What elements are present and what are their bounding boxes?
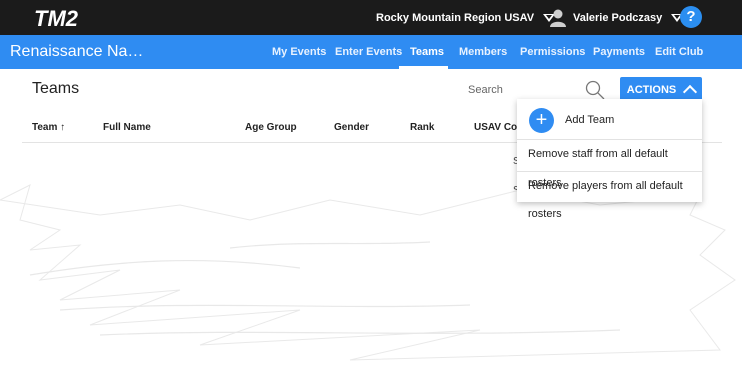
user-avatar-icon — [550, 9, 566, 27]
search-icon[interactable] — [585, 80, 605, 100]
tab-edit-club[interactable]: Edit Club — [655, 35, 703, 69]
region-label: Rocky Mountain Region USAV — [376, 11, 535, 24]
actions-label: ACTIONS — [626, 83, 677, 96]
column-header-rank[interactable]: Rank — [410, 122, 434, 133]
column-header-full-name[interactable]: Full Name — [103, 122, 151, 133]
menu-item-remove-staff[interactable]: Remove staff from all default rosters — [517, 140, 702, 189]
menu-item-label: Add Team — [565, 114, 615, 126]
user-name: Valerie Podczasy — [573, 11, 663, 24]
club-nav-bar: Renaissance Na… My Events Enter Events T… — [0, 35, 742, 69]
menu-item-add-team[interactable]: + Add Team — [517, 99, 702, 139]
menu-item-remove-players[interactable]: Remove players from all default rosters — [517, 172, 702, 220]
tab-enter-events[interactable]: Enter Events — [335, 35, 402, 69]
active-tab-indicator — [399, 66, 448, 69]
menu-item-label: Remove players from all default rosters — [528, 180, 683, 220]
tm2-logo[interactable]: TM2 — [32, 4, 84, 31]
column-header-age-group[interactable]: Age Group — [245, 122, 297, 133]
column-header-team[interactable]: Team ↑ — [32, 122, 65, 133]
user-menu[interactable]: Valerie Podczasy — [550, 0, 684, 35]
help-icon[interactable]: ? — [680, 6, 702, 28]
page-title: Teams — [32, 80, 80, 97]
club-name: Renaissance Na… — [10, 43, 144, 60]
search-input[interactable]: Search — [468, 84, 503, 96]
tab-my-events[interactable]: My Events — [272, 35, 326, 69]
plus-icon: + — [529, 108, 554, 133]
column-header-gender[interactable]: Gender — [334, 122, 369, 133]
actions-menu: + Add Team Remove staff from all default… — [517, 99, 702, 220]
top-bar: TM2 Rocky Mountain Region USAV Valerie P… — [0, 0, 742, 35]
tab-members[interactable]: Members — [459, 35, 507, 69]
tab-permissions[interactable]: Permissions — [520, 35, 585, 69]
tab-payments[interactable]: Payments — [593, 35, 645, 69]
chevron-up-icon — [683, 84, 698, 99]
tab-teams[interactable]: Teams — [410, 35, 444, 69]
logo-text: TM2 — [34, 6, 79, 31]
region-selector[interactable]: Rocky Mountain Region USAV — [376, 0, 556, 35]
